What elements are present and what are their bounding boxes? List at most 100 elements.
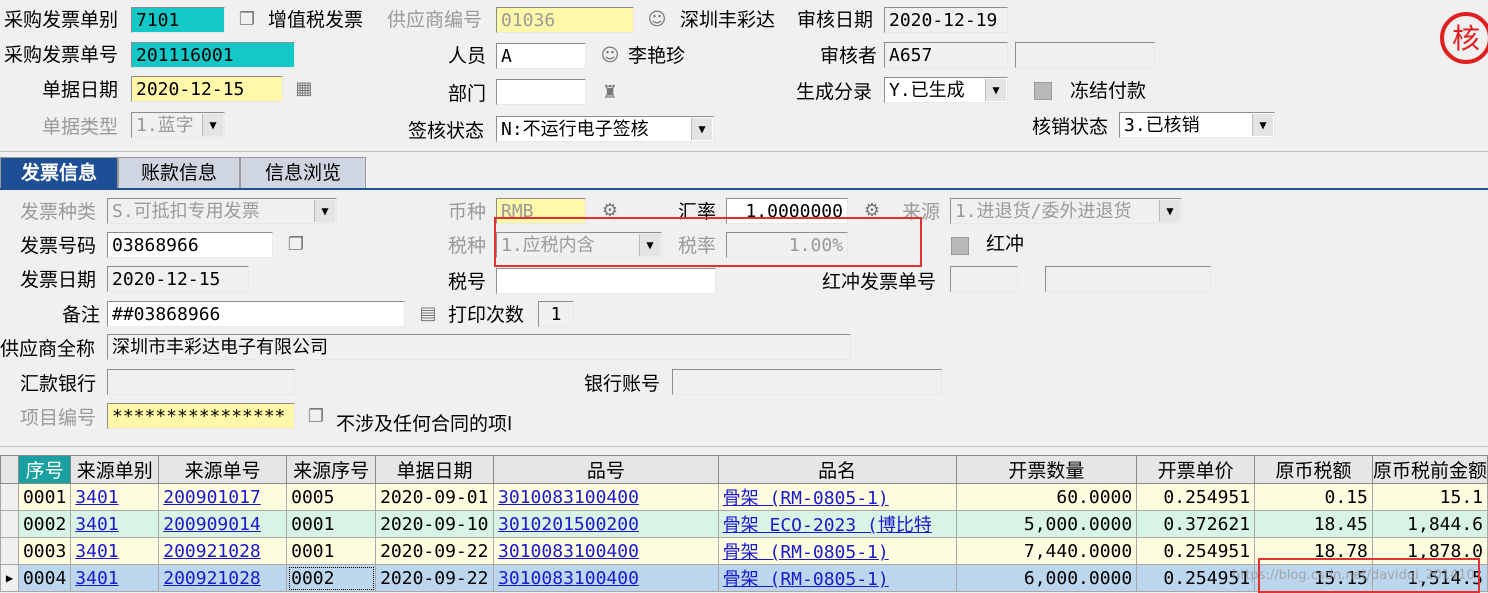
- cell-source-seq[interactable]: 0005: [286, 483, 377, 511]
- auditor-field: A657: [884, 42, 1008, 68]
- cell-source-type-link[interactable]: 3401: [70, 564, 160, 592]
- invoice-number-field[interactable]: 03868966: [107, 232, 273, 258]
- red-reversal-checkbox[interactable]: [951, 237, 969, 255]
- dept-field[interactable]: [496, 79, 586, 105]
- col-header-item-no[interactable]: 品号: [493, 455, 719, 484]
- copy-icon[interactable]: ❐: [235, 8, 259, 32]
- tax-no-label: 税号: [448, 271, 487, 293]
- red-invoice-type-field: [950, 266, 1018, 292]
- cell-seq[interactable]: 0003: [17, 537, 72, 565]
- verify-status-select[interactable]: 3.已核销 ▼: [1119, 112, 1275, 138]
- table-row[interactable]: 0002 3401 200909014 0001 2020-09-10 3010…: [0, 510, 1488, 538]
- project-field[interactable]: ****************: [107, 403, 295, 429]
- col-header-tax[interactable]: 原币税额: [1254, 455, 1373, 484]
- tab-info-browse[interactable]: 信息浏览: [240, 157, 366, 188]
- cell-doc-date[interactable]: 2020-09-22: [375, 537, 495, 565]
- cell-source-no-link[interactable]: 200921028: [158, 564, 288, 592]
- supplier-code-field[interactable]: 01036: [496, 7, 634, 33]
- cell-doc-date[interactable]: 2020-09-10: [375, 510, 495, 538]
- cell-source-seq[interactable]: 0001: [286, 510, 377, 538]
- cell-item-name-link[interactable]: 骨架 (RM-0805-1): [717, 564, 957, 592]
- cell-source-no-link[interactable]: 200909014: [158, 510, 288, 538]
- cell-source-no-link[interactable]: 200921028: [158, 537, 288, 565]
- cell-item-no-link[interactable]: 3010201500200: [493, 510, 719, 538]
- invoice-number-label: 发票号码: [20, 235, 97, 257]
- dept-lookup-icon[interactable]: ♜: [598, 81, 622, 105]
- watermark-text: https://blog.csdn.net/davidqi_201410: [1232, 568, 1475, 583]
- supplier-full-field: 深圳市丰彩达电子有限公司: [107, 334, 851, 360]
- copy-icon[interactable]: ❐: [284, 233, 308, 257]
- cell-qty[interactable]: 60.0000: [955, 483, 1138, 511]
- cell-seq[interactable]: 0004: [17, 564, 72, 592]
- chevron-down-icon[interactable]: ▼: [985, 79, 1006, 101]
- row-indicator[interactable]: [0, 537, 19, 565]
- row-indicator[interactable]: [0, 483, 19, 511]
- cell-item-no-link[interactable]: 3010083100400: [493, 564, 719, 592]
- print-count-field: 1: [538, 301, 574, 327]
- cell-seq[interactable]: 0002: [17, 510, 72, 538]
- approved-stamp-icon: 核: [1440, 12, 1488, 64]
- cell-qty[interactable]: 6,000.0000: [955, 564, 1138, 592]
- col-header-source-type[interactable]: 来源单别: [70, 455, 160, 484]
- cell-item-name-link[interactable]: 骨架 (RM-0805-1): [717, 537, 957, 565]
- gen-entry-select[interactable]: Y.已生成 ▼: [884, 77, 1008, 103]
- cell-item-name-link[interactable]: 骨架 ECO-2023 (博比特: [717, 510, 957, 538]
- col-header-item-name[interactable]: 品名: [717, 455, 957, 484]
- person-icon[interactable]: ☺: [645, 8, 669, 32]
- cell-price[interactable]: 0.372621: [1136, 510, 1256, 538]
- cell-doc-date[interactable]: 2020-09-22: [375, 564, 495, 592]
- cell-item-no-link[interactable]: 3010083100400: [493, 537, 719, 565]
- tab-account-info[interactable]: 账款信息: [118, 157, 240, 188]
- cell-source-seq[interactable]: 0002: [286, 564, 377, 592]
- chevron-down-icon[interactable]: ▼: [1252, 114, 1273, 136]
- cell-price[interactable]: 0.254951: [1136, 537, 1256, 565]
- cell-tax[interactable]: 0.15: [1254, 483, 1373, 511]
- account-label: 银行账号: [584, 373, 661, 395]
- cell-qty[interactable]: 7,440.0000: [955, 537, 1138, 565]
- note-icon[interactable]: ▤: [416, 302, 440, 326]
- cell-pretax[interactable]: 1,844.6: [1371, 510, 1488, 538]
- auditor-name-field: [1015, 42, 1155, 68]
- cell-doc-date[interactable]: 2020-09-01: [375, 483, 495, 511]
- col-header-price[interactable]: 开票单价: [1136, 455, 1256, 484]
- doc-type-label: 单据类型: [42, 116, 119, 138]
- cell-item-no-link[interactable]: 3010083100400: [493, 483, 719, 511]
- cell-source-type-link[interactable]: 3401: [70, 510, 160, 538]
- tax-no-field[interactable]: [496, 268, 716, 294]
- col-header-doc-date[interactable]: 单据日期: [375, 455, 495, 484]
- cell-qty[interactable]: 5,000.0000: [955, 510, 1138, 538]
- person-lookup-icon[interactable]: ☺: [598, 44, 622, 68]
- person-name: 李艳珍: [628, 45, 686, 67]
- remark-field[interactable]: ##03868966: [107, 301, 405, 327]
- cell-source-no-link[interactable]: 200901017: [158, 483, 288, 511]
- freeze-payment-checkbox[interactable]: [1034, 82, 1052, 100]
- col-header-source-no[interactable]: 来源单号: [158, 455, 288, 484]
- source-select: 1.进退货/委外进退货 ▼: [950, 198, 1182, 224]
- cell-seq[interactable]: 0001: [17, 483, 72, 511]
- invoice-no-field[interactable]: 201116001: [131, 42, 295, 68]
- cell-price[interactable]: 0.254951: [1136, 483, 1256, 511]
- cell-source-seq[interactable]: 0001: [286, 537, 377, 565]
- col-header-pretax[interactable]: 原币税前金额: [1371, 455, 1488, 484]
- cell-tax[interactable]: 18.45: [1254, 510, 1373, 538]
- col-header-source-seq[interactable]: 来源序号: [286, 455, 377, 484]
- invoice-date-label: 发票日期: [20, 269, 97, 291]
- invoice-type-field[interactable]: 7101: [131, 7, 225, 33]
- col-header-seq[interactable]: 序号: [17, 455, 72, 484]
- chevron-down-icon[interactable]: ▼: [691, 118, 712, 140]
- table-row[interactable]: 0001 3401 200901017 0005 2020-09-01 3010…: [0, 483, 1488, 511]
- sign-status-select[interactable]: N:不运行电子签核 ▼: [496, 116, 714, 142]
- row-indicator[interactable]: [0, 510, 19, 538]
- cell-source-type-link[interactable]: 3401: [70, 483, 160, 511]
- tab-invoice-info[interactable]: 发票信息: [0, 157, 118, 188]
- cell-item-name-link[interactable]: 骨架 (RM-0805-1): [717, 483, 957, 511]
- audit-date-label: 审核日期: [797, 9, 874, 31]
- person-field[interactable]: A: [496, 43, 586, 69]
- doc-date-field[interactable]: 2020-12-15: [131, 76, 283, 102]
- cell-source-type-link[interactable]: 3401: [70, 537, 160, 565]
- copy-icon[interactable]: ❐: [304, 405, 328, 429]
- col-header-qty[interactable]: 开票数量: [955, 455, 1138, 484]
- calendar-icon[interactable]: ▦: [292, 77, 316, 101]
- cell-pretax[interactable]: 15.1: [1371, 483, 1488, 511]
- supplier-full-label: 供应商全称: [0, 338, 96, 360]
